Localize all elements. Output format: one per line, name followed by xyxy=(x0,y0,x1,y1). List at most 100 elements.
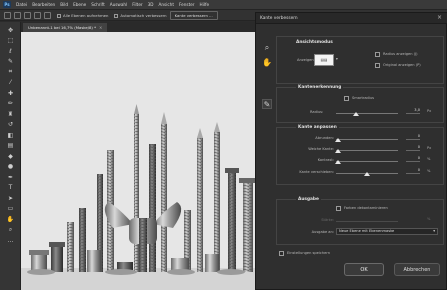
photoshop-logo: Ps xyxy=(3,1,11,8)
menu-select[interactable]: Auswahl xyxy=(110,2,128,7)
radius-unit: Px xyxy=(427,109,432,113)
radius-label: Radius: xyxy=(310,110,324,114)
screws-photo xyxy=(21,32,261,290)
contrast-slider-track[interactable] xyxy=(336,161,398,162)
path-select-tool-icon[interactable]: ➤ xyxy=(6,194,15,202)
sample-all-layers-checkbox[interactable] xyxy=(57,13,61,18)
menu-3d[interactable]: 3D xyxy=(148,2,154,7)
shift-edge-slider-thumb[interactable] xyxy=(364,172,370,176)
menu-help[interactable]: Hilfe xyxy=(200,2,210,7)
menu-type[interactable]: Schrift xyxy=(91,2,105,7)
auto-enhance-checkbox[interactable] xyxy=(114,13,119,18)
new-selection-icon[interactable] xyxy=(14,11,21,19)
eyedropper-tool-icon[interactable]: ⁄ xyxy=(6,79,15,87)
decontaminate-checkbox[interactable] xyxy=(336,206,341,211)
document-tab[interactable]: Unbenannt-1 bei 16,7% (Maske/8) * × xyxy=(23,23,108,32)
feather-unit: Px xyxy=(427,146,432,150)
smooth-value-field[interactable]: 0 xyxy=(406,134,420,140)
menu-filter[interactable]: Filter xyxy=(132,2,142,7)
output-title: Ausgabe xyxy=(296,197,321,202)
zoom-icon[interactable]: ⌕ xyxy=(262,43,272,53)
ok-button[interactable]: OK xyxy=(344,263,384,276)
lasso-tool-icon[interactable]: ℓ xyxy=(6,47,15,55)
view-dropdown-arrow-icon[interactable]: ▾ xyxy=(336,57,338,61)
output-dropdown-arrow-icon: ▾ xyxy=(433,229,435,233)
shape-tool-icon[interactable]: ▭ xyxy=(6,205,15,213)
zoom-tool-icon[interactable]: ⌕ xyxy=(6,226,15,234)
hand-icon[interactable]: ✋ xyxy=(262,57,272,67)
radius-slider-track[interactable] xyxy=(336,113,398,114)
show-radius-checkbox[interactable] xyxy=(375,52,380,57)
menu-view[interactable]: Ansicht xyxy=(159,2,174,7)
pen-tool-icon[interactable]: ✒ xyxy=(6,173,15,181)
tool-preset-icon[interactable] xyxy=(4,11,11,19)
view-mode-title: Ansichtsmodus xyxy=(296,40,333,45)
brush-size-icon[interactable] xyxy=(44,11,51,19)
smooth-label: Abrunden: xyxy=(315,136,334,140)
smooth-slider-track[interactable] xyxy=(336,139,398,140)
menu-file[interactable]: Datei xyxy=(16,2,27,7)
marquee-tool-icon[interactable]: ⬚ xyxy=(6,37,15,45)
stamp-tool-icon[interactable]: ♜ xyxy=(6,110,15,118)
feather-slider-thumb[interactable] xyxy=(335,149,341,153)
output-to-select[interactable]: Neue Ebene mit Ebenenmaske ▾ xyxy=(336,228,438,235)
cancel-button[interactable]: Abbrechen xyxy=(394,263,440,276)
radius-slider-thumb[interactable] xyxy=(353,112,359,116)
refine-radius-tool-icon[interactable]: ✎ xyxy=(262,99,272,109)
close-dialog-icon[interactable]: × xyxy=(437,14,442,21)
menu-layer[interactable]: Ebene xyxy=(73,2,86,7)
auto-enhance-option[interactable]: Automatisch verbessern xyxy=(114,12,167,18)
refine-edge-button[interactable]: Kante verbessern ... xyxy=(169,10,218,20)
history-brush-tool-icon[interactable]: ↺ xyxy=(6,121,15,129)
shift-edge-value-field[interactable]: 0 xyxy=(406,168,420,174)
shift-edge-unit: % xyxy=(427,169,431,173)
view-mode-preview[interactable]: ▤▤ xyxy=(314,54,334,66)
smart-radius-checkbox[interactable] xyxy=(344,96,349,101)
crop-tool-icon[interactable]: ⌗ xyxy=(6,68,15,76)
auto-enhance-label: Automatisch verbessern xyxy=(120,12,167,18)
menu-bar: Ps Datei Bearbeiten Bild Ebene Schrift A… xyxy=(0,0,447,9)
dodge-tool-icon[interactable]: ● xyxy=(6,163,15,171)
remember-settings-label: Einstellungen speichern xyxy=(287,251,331,255)
edge-detection-section xyxy=(276,87,444,123)
add-selection-icon[interactable] xyxy=(24,11,31,19)
amount-unit: % xyxy=(427,217,431,221)
smooth-slider-thumb[interactable] xyxy=(335,138,341,142)
document-tab-title: Unbenannt-1 bei 16,7% (Maske/8) * xyxy=(28,25,96,30)
close-tab-icon[interactable]: × xyxy=(99,25,102,30)
refine-edge-dialog: Kante verbessern × ⌕ ✋ ✎ Ansichtsmodus A… xyxy=(255,12,447,290)
show-original-checkbox[interactable] xyxy=(375,63,380,68)
contrast-label: Kontrast: xyxy=(317,158,334,162)
menu-edit[interactable]: Bearbeiten xyxy=(32,2,55,7)
view-label: Anzeigen: xyxy=(297,58,315,62)
amount-slider-track[interactable] xyxy=(336,221,398,222)
menu-image[interactable]: Bild xyxy=(60,2,68,7)
move-tool-icon[interactable]: ✥ xyxy=(6,26,15,34)
radius-value-field[interactable]: 3,0 xyxy=(406,108,420,114)
gradient-tool-icon[interactable]: ▤ xyxy=(6,142,15,150)
brush-tool-icon[interactable]: ✏ xyxy=(6,100,15,108)
show-original-label: Original anzeigen (P) xyxy=(383,63,421,67)
more-tools-icon[interactable]: … xyxy=(6,236,15,244)
type-tool-icon[interactable]: T xyxy=(6,184,15,192)
adjust-edge-title: Kante anpassen xyxy=(296,125,339,130)
contrast-slider-thumb[interactable] xyxy=(335,160,341,164)
amount-label: Stärke: xyxy=(321,218,334,222)
subtract-selection-icon[interactable] xyxy=(34,11,41,19)
sample-all-layers-option[interactable]: Alle Ebenen aufnehmen xyxy=(57,13,108,18)
healing-tool-icon[interactable]: ✚ xyxy=(6,89,15,97)
contrast-unit: % xyxy=(427,157,431,161)
quick-select-tool-icon[interactable]: ✎ xyxy=(6,58,15,66)
feather-label: Weiche Kante: xyxy=(308,147,334,151)
document-canvas[interactable] xyxy=(21,32,261,290)
hand-tool-icon[interactable]: ✋ xyxy=(6,215,15,223)
feather-slider-track[interactable] xyxy=(336,150,398,151)
menu-window[interactable]: Fenster xyxy=(179,2,195,7)
feather-value-field[interactable]: 0 xyxy=(406,145,420,151)
remember-settings-checkbox[interactable] xyxy=(279,251,284,256)
contrast-value-field[interactable]: 0 xyxy=(406,156,420,162)
show-radius-label: Radius anzeigen (J) xyxy=(383,52,418,56)
eraser-tool-icon[interactable]: ◧ xyxy=(6,131,15,139)
tools-panel: ✥ ⬚ ℓ ✎ ⌗ ⁄ ✚ ✏ ♜ ↺ ◧ ▤ ◆ ● ✒ T ➤ ▭ ✋ ⌕ … xyxy=(0,22,21,290)
blur-tool-icon[interactable]: ◆ xyxy=(6,152,15,160)
